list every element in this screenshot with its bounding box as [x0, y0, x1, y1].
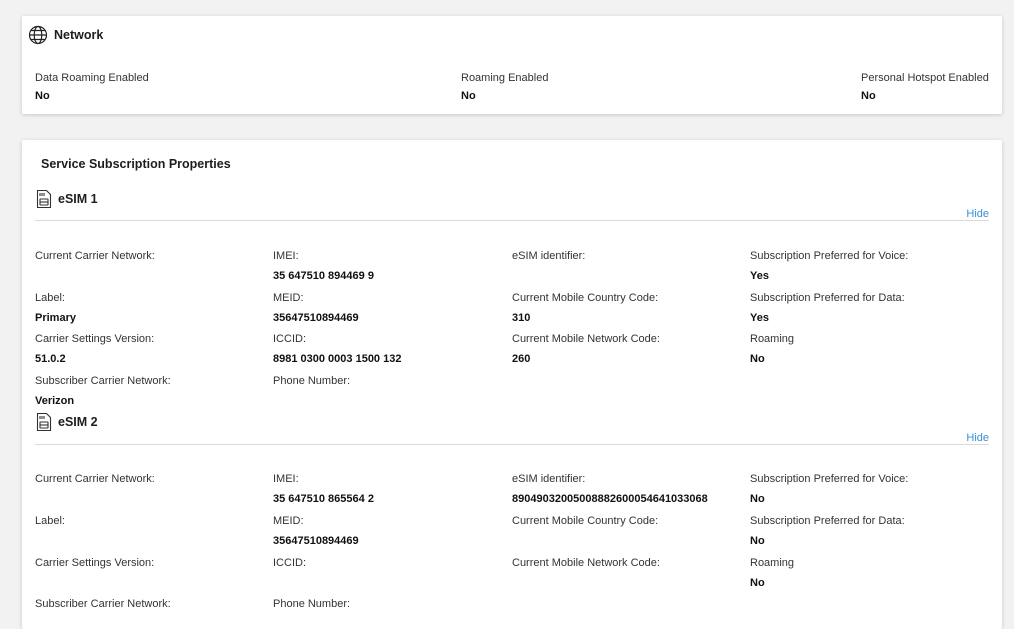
esim1-mnc: Current Mobile Network Code: 260 [512, 333, 660, 365]
esim2-header: eSIM 2 [36, 412, 98, 432]
esim2-mnc: Current Mobile Network Code: [512, 557, 660, 569]
network-header: Network [28, 25, 103, 45]
esim2-imei: IMEI: 35 647510 865564 2 [273, 473, 374, 505]
esim2-title: eSIM 2 [58, 415, 98, 429]
esim1-hide-link[interactable]: Hide [966, 208, 989, 220]
data-roaming-value: No [35, 90, 50, 102]
esim1-subscriber-carrier: Subscriber Carrier Network: Verizon [35, 375, 171, 407]
sim-card-icon [36, 412, 52, 432]
roaming-enabled-value: No [461, 90, 476, 102]
esim2-iccid: ICCID: [273, 557, 306, 569]
esim1-header: eSIM 1 [36, 189, 98, 209]
esim1-imei: IMEI: 35 647510 894469 9 [273, 250, 374, 282]
network-card: Network Data Roaming Enabled No Roaming … [22, 16, 1002, 114]
esim1-meid: MEID: 35647510894469 [273, 292, 359, 324]
esim2-subscriber-carrier: Subscriber Carrier Network: [35, 598, 171, 610]
esim1-phone-number: Phone Number: [273, 375, 351, 387]
roaming-enabled-label: Roaming Enabled [461, 72, 549, 84]
esim1-roaming: Roaming No [750, 333, 795, 365]
esim2-meid: MEID: 35647510894469 [273, 515, 359, 547]
esim1-preferred-data: Subscription Preferred for Data: Yes [750, 292, 905, 324]
esim1-current-carrier: Current Carrier Network: [35, 250, 155, 262]
esim2-divider [35, 444, 989, 445]
esim2-label: Label: [35, 515, 65, 527]
esim2-esim-identifier: eSIM identifier: 89049032005008882600054… [512, 473, 708, 505]
esim1-mcc: Current Mobile Country Code: 310 [512, 292, 659, 324]
data-roaming-label: Data Roaming Enabled [35, 72, 149, 84]
sim-card-icon [36, 189, 52, 209]
service-title: Service Subscription Properties [41, 157, 231, 171]
esim1-title: eSIM 1 [58, 192, 98, 206]
esim1-label: Label: Primary [35, 292, 76, 324]
esim1-divider [35, 220, 989, 221]
globe-icon [28, 25, 48, 45]
personal-hotspot-label: Personal Hotspot Enabled [861, 72, 989, 84]
esim2-roaming: Roaming No [750, 557, 795, 589]
esim2-preferred-voice: Subscription Preferred for Voice: No [750, 473, 909, 505]
esim1-esim-identifier: eSIM identifier: [512, 250, 586, 262]
esim1-iccid: ICCID: 8981 0300 0003 1500 132 [273, 333, 402, 365]
esim2-phone-number: Phone Number: [273, 598, 351, 610]
network-title: Network [54, 28, 104, 42]
esim2-carrier-settings: Carrier Settings Version: [35, 557, 155, 569]
esim2-current-carrier: Current Carrier Network: [35, 473, 155, 485]
esim1-preferred-voice: Subscription Preferred for Voice: Yes [750, 250, 909, 282]
service-subscription-card: Service Subscription Properties eSIM 1 H… [22, 140, 1002, 629]
esim2-preferred-data: Subscription Preferred for Data: No [750, 515, 905, 547]
esim2-hide-link[interactable]: Hide [966, 432, 989, 444]
esim2-mcc: Current Mobile Country Code: [512, 515, 659, 527]
esim1-carrier-settings: Carrier Settings Version: 51.0.2 [35, 333, 155, 365]
personal-hotspot-value: No [861, 90, 876, 102]
